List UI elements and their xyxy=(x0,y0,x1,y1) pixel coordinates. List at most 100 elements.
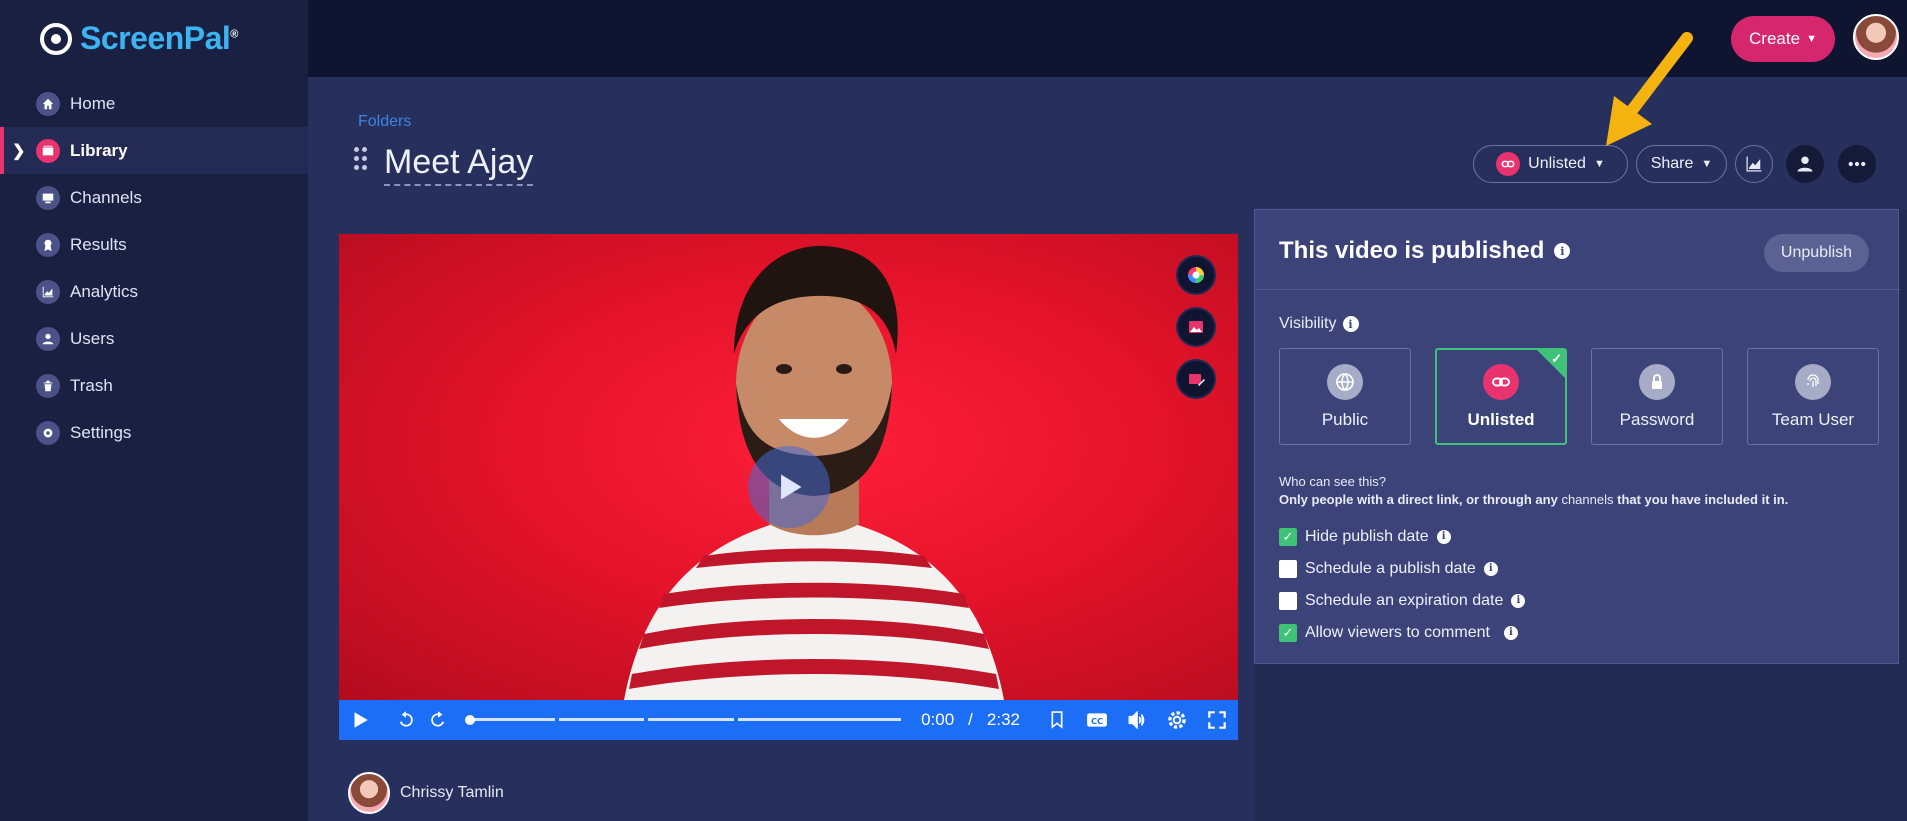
author-info[interactable]: Chrissy Tamlin xyxy=(348,772,504,814)
more-options-button[interactable] xyxy=(1838,145,1876,183)
info-icon[interactable]: i xyxy=(1342,316,1359,332)
current-time: 0:00 xyxy=(921,710,955,729)
library-icon xyxy=(36,138,60,163)
visibility-option-public[interactable]: Public xyxy=(1279,348,1411,445)
info-icon[interactable]: i xyxy=(1554,243,1571,259)
link-icon xyxy=(1496,152,1521,176)
sidebar-item-label: Channels xyxy=(70,187,142,207)
breadcrumb-folders[interactable]: Folders xyxy=(358,113,411,131)
player-controls: 0:00 / 2:32 CC xyxy=(339,700,1238,740)
gear-icon xyxy=(1168,711,1186,729)
sidebar-item-settings[interactable]: Settings xyxy=(0,409,308,456)
fullscreen-button[interactable] xyxy=(1206,709,1228,731)
color-wheel-button[interactable] xyxy=(1176,255,1216,295)
drag-handle-icon[interactable] xyxy=(354,147,367,170)
play-overlay-button[interactable] xyxy=(748,446,830,528)
volume-button[interactable] xyxy=(1126,709,1148,731)
hide-publish-date-checkbox[interactable]: ✓ Hide publish date i xyxy=(1279,527,1525,546)
sidebar-item-library[interactable]: ❯ Library xyxy=(0,127,308,174)
sidebar-item-label: Trash xyxy=(70,375,113,395)
create-button[interactable]: Create ▼ xyxy=(1731,16,1835,62)
forward-icon xyxy=(431,711,445,727)
trash-icon xyxy=(36,373,60,398)
visibility-option-unlisted[interactable]: ✓ Unlisted xyxy=(1435,348,1567,445)
chevron-right-icon: ❯ xyxy=(12,143,26,160)
image-icon xyxy=(1189,321,1203,333)
page-title[interactable]: Meet Ajay xyxy=(384,143,534,186)
logo-mark-icon xyxy=(40,22,72,55)
chevron-down-icon: ▼ xyxy=(1806,33,1817,45)
checkbox-unchecked[interactable] xyxy=(1279,559,1297,578)
unpublish-button[interactable]: Unpublish xyxy=(1764,234,1869,272)
fingerprint-icon xyxy=(1795,363,1831,400)
schedule-expiration-date-checkbox[interactable]: Schedule an expiration date i xyxy=(1279,591,1526,610)
edit-video-button[interactable] xyxy=(1176,359,1216,399)
globe-icon xyxy=(1327,363,1363,400)
play-icon xyxy=(354,712,368,728)
logo[interactable]: ScreenPal® xyxy=(40,20,238,57)
sidebar-item-trash[interactable]: Trash xyxy=(0,362,308,409)
publish-options: ✓ Hide publish date i Schedule a publish… xyxy=(1279,527,1526,642)
edit-video-icon xyxy=(1189,374,1205,386)
info-icon[interactable]: i xyxy=(1436,529,1451,544)
channels-icon xyxy=(36,185,60,210)
checkbox-checked[interactable]: ✓ xyxy=(1279,527,1297,546)
settings-icon xyxy=(36,420,60,445)
info-icon[interactable]: i xyxy=(1511,593,1526,608)
sidebar-item-label: Library xyxy=(70,140,128,160)
more-icon xyxy=(1848,161,1866,167)
analytics-button[interactable] xyxy=(1735,145,1773,183)
panel-header: This video is published i Unpublish xyxy=(1255,210,1900,290)
users-icon xyxy=(36,326,60,351)
play-icon xyxy=(781,474,802,500)
fullscreen-icon xyxy=(1208,711,1226,729)
bookmark-button[interactable] xyxy=(1046,709,1068,731)
video-tools xyxy=(1176,255,1216,399)
allow-comments-checkbox[interactable]: ✓ Allow viewers to comment i xyxy=(1279,623,1525,642)
sidebar-item-label: Results xyxy=(70,234,127,254)
settings-button[interactable] xyxy=(1166,709,1188,731)
rewind-icon xyxy=(399,711,413,727)
sidebar-item-label: Analytics xyxy=(70,281,139,301)
link-icon xyxy=(1483,363,1519,400)
logo-text: ScreenPal® xyxy=(80,20,238,56)
lock-icon xyxy=(1639,363,1675,400)
publish-panel: This video is published i Unpublish Visi… xyxy=(1254,209,1900,664)
seek-bar[interactable] xyxy=(465,715,902,725)
panel-title: This video is published i xyxy=(1279,237,1571,265)
home-icon xyxy=(36,91,60,116)
sidebar: ScreenPal® Home ❯ Library Channels Resul… xyxy=(0,0,308,821)
schedule-publish-date-checkbox[interactable]: Schedule a publish date i xyxy=(1279,559,1525,578)
sidebar-item-analytics[interactable]: Analytics xyxy=(0,268,308,315)
color-wheel-icon xyxy=(1188,267,1204,283)
info-icon[interactable]: i xyxy=(1483,561,1498,576)
chevron-down-icon: ▼ xyxy=(1701,158,1713,170)
channels-link[interactable]: channels xyxy=(1561,492,1613,507)
sidebar-item-results[interactable]: Results xyxy=(0,221,308,268)
visibility-options: Public ✓ Unlisted Password Team User xyxy=(1279,348,1879,445)
results-icon xyxy=(36,232,60,257)
sidebar-item-channels[interactable]: Channels xyxy=(0,174,308,221)
seek-handle[interactable] xyxy=(465,715,475,725)
user-avatar[interactable] xyxy=(1853,14,1899,60)
checkbox-unchecked[interactable] xyxy=(1279,591,1297,610)
svg-text:CC: CC xyxy=(1091,716,1103,726)
captions-icon: CC xyxy=(1087,713,1107,727)
annotation-arrow-icon xyxy=(1606,32,1693,146)
person-icon xyxy=(1797,156,1813,172)
checkmark-icon: ✓ xyxy=(1551,351,1562,366)
forward-button[interactable] xyxy=(427,709,449,731)
author-avatar xyxy=(348,772,390,814)
play-button[interactable] xyxy=(349,709,371,731)
sidebar-item-users[interactable]: Users xyxy=(0,315,308,362)
visibility-option-team-user[interactable]: Team User xyxy=(1747,348,1879,445)
captions-button[interactable]: CC xyxy=(1086,709,1108,731)
info-icon[interactable]: i xyxy=(1503,625,1518,640)
user-access-button[interactable] xyxy=(1786,145,1824,183)
rewind-button[interactable] xyxy=(395,709,417,731)
checkbox-checked[interactable]: ✓ xyxy=(1279,623,1297,642)
sidebar-item-home[interactable]: Home xyxy=(0,80,308,127)
visibility-option-password[interactable]: Password xyxy=(1591,348,1723,445)
image-button[interactable] xyxy=(1176,307,1216,347)
author-name: Chrissy Tamlin xyxy=(400,784,504,801)
